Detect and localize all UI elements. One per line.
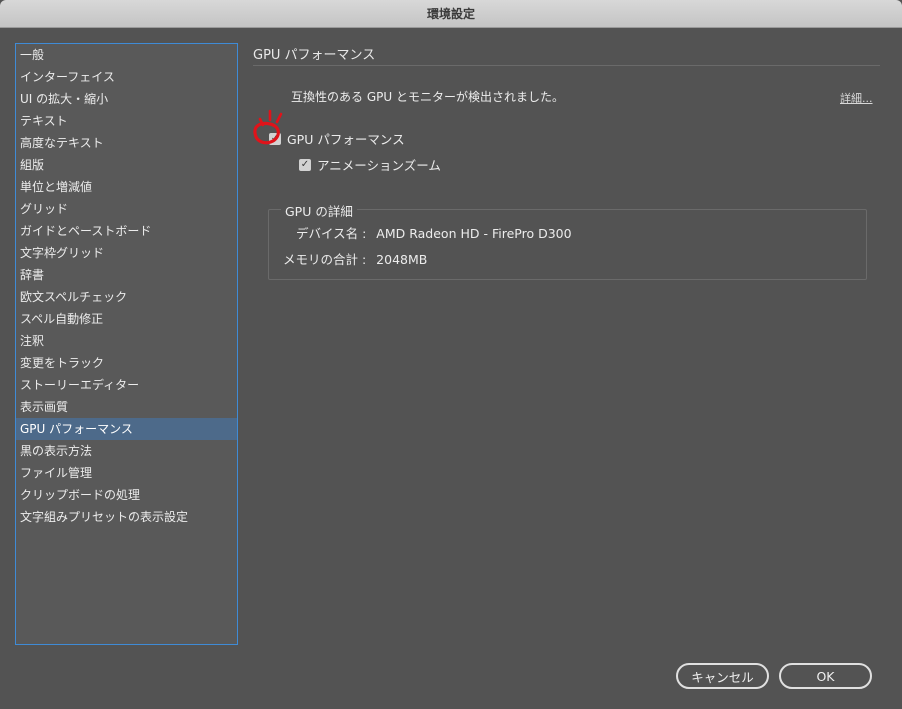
gpu-details-legend: GPU の詳細 xyxy=(281,201,357,220)
sidebar-item[interactable]: 注釈 xyxy=(16,330,237,352)
sidebar-item[interactable]: ファイル管理 xyxy=(16,462,237,484)
animation-zoom-checkbox-row[interactable]: ✓ アニメーションズーム xyxy=(299,155,441,174)
sidebar-item[interactable]: 変更をトラック xyxy=(16,352,237,374)
ok-button[interactable]: OK xyxy=(779,663,872,689)
sidebar-item[interactable]: スペル自動修正 xyxy=(16,308,237,330)
sidebar-item[interactable]: テキスト xyxy=(16,110,237,132)
sidebar-item[interactable]: インターフェイス xyxy=(16,66,237,88)
animation-zoom-checkbox[interactable]: ✓ xyxy=(299,158,311,171)
preferences-category-list[interactable]: 一般 インターフェイス UI の拡大・縮小 テキスト 高度なテキスト 組版 単位と増減値 グリ… xyxy=(15,43,238,645)
sidebar-item[interactable]: ストーリーエディター xyxy=(16,374,237,396)
animation-zoom-label: アニメーションズーム xyxy=(317,158,441,173)
gpu-performance-checkbox[interactable]: ✓ xyxy=(269,132,281,145)
device-name-row: デバイス名 : AMD Radeon HD - FirePro D300 xyxy=(296,223,572,242)
details-link[interactable]: 詳細... xyxy=(840,90,873,106)
gpu-performance-label: GPU パフォーマンス xyxy=(287,132,405,147)
gpu-details-group xyxy=(268,209,867,280)
sidebar-item[interactable]: 単位と増減値 xyxy=(16,176,237,198)
gpu-detected-message: 互換性のある GPU とモニターが検出されました。 xyxy=(291,90,564,104)
sidebar-item[interactable]: GPU パフォーマンス xyxy=(16,418,237,440)
sidebar-item[interactable]: 組版 xyxy=(16,154,237,176)
section-divider xyxy=(253,65,880,66)
device-name-value: AMD Radeon HD - FirePro D300 xyxy=(376,226,572,241)
sidebar-item[interactable]: ガイドとペーストボード xyxy=(16,220,237,242)
memory-total-value: 2048MB xyxy=(376,252,428,267)
cancel-button[interactable]: キャンセル xyxy=(676,663,769,689)
memory-total-row: メモリの合計 : 2048MB xyxy=(283,249,427,268)
sidebar-item[interactable]: 高度なテキスト xyxy=(16,132,237,154)
sidebar-item[interactable]: 辞書 xyxy=(16,264,237,286)
sidebar-item[interactable]: クリップボードの処理 xyxy=(16,484,237,506)
sidebar-item[interactable]: 文字組みプリセットの表示設定 xyxy=(16,506,237,528)
title-bar: 環境設定 xyxy=(0,0,902,28)
sidebar-item[interactable]: 文字枠グリッド xyxy=(16,242,237,264)
memory-total-label: メモリの合計 : xyxy=(283,252,367,267)
sidebar-item[interactable]: グリッド xyxy=(16,198,237,220)
device-name-label: デバイス名 : xyxy=(296,226,367,241)
sidebar-item[interactable]: UI の拡大・縮小 xyxy=(16,88,237,110)
sidebar-item[interactable]: 欧文スペルチェック xyxy=(16,286,237,308)
sidebar-item[interactable]: 一般 xyxy=(16,44,237,66)
sidebar-item[interactable]: 表示画質 xyxy=(16,396,237,418)
window-title: 環境設定 xyxy=(426,7,475,21)
section-title: GPU パフォーマンス xyxy=(253,48,376,63)
gpu-performance-checkbox-row[interactable]: ✓ GPU パフォーマンス xyxy=(269,129,405,148)
sidebar-item[interactable]: 黒の表示方法 xyxy=(16,440,237,462)
